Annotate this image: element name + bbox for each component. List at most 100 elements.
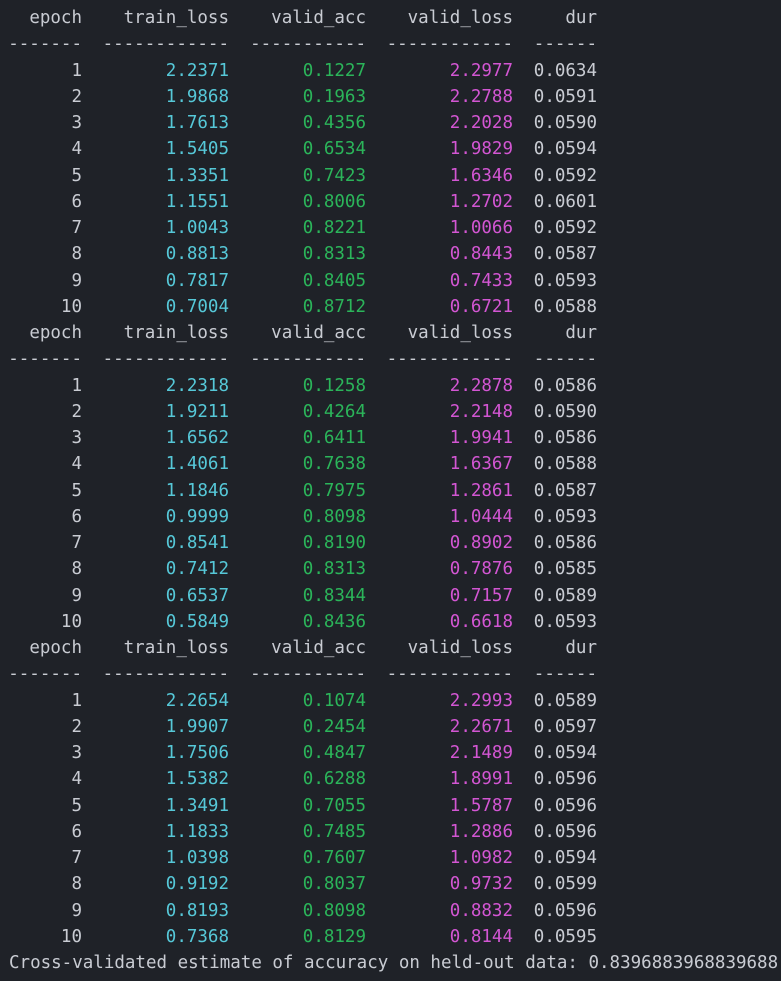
cell-epoch: 10 [60, 611, 82, 632]
cell-dur: 0.0596 [533, 900, 597, 921]
table-row: 6 1.1551 0.8006 1.2702 0.0601 [0, 189, 781, 215]
table-row: 5 1.1846 0.7975 1.2861 0.0587 [0, 478, 781, 504]
cell-valid-loss: 1.5787 [449, 795, 513, 816]
cell-train-loss: 1.0398 [165, 848, 229, 868]
cell-valid-acc: 0.7485 [302, 821, 366, 842]
table-separator-row: ------- ------------ ----------- ----------… [0, 661, 781, 687]
cell-dur: 0.0586 [533, 375, 597, 396]
table-row: 2 1.9907 0.2454 2.2671 0.0597 [0, 714, 781, 740]
cell-valid-loss: 1.9941 [449, 428, 513, 448]
cell-train-loss: 0.7368 [165, 926, 229, 947]
cell-valid-loss: 2.2788 [449, 86, 513, 107]
cell-valid-loss: 0.9732 [449, 874, 513, 895]
cell-train-loss: 1.9211 [165, 401, 229, 422]
cell-valid-acc: 0.6534 [302, 139, 366, 160]
cell-valid-acc: 0.7055 [302, 795, 366, 816]
cell-dur: 0.0596 [533, 821, 597, 842]
column-separator: ------------ [102, 34, 229, 55]
cell-valid-loss: 2.2977 [449, 60, 513, 81]
cell-valid-loss: 0.8832 [449, 900, 513, 921]
cell-valid-loss: 2.2878 [449, 375, 513, 396]
cell-train-loss: 1.1551 [165, 191, 229, 212]
column-header-train-loss: train_loss [123, 323, 229, 343]
cell-epoch: 7 [71, 533, 82, 553]
column-header-dur: dur [565, 323, 597, 343]
cell-epoch: 9 [71, 900, 82, 921]
column-header-epoch: epoch [29, 638, 82, 658]
cell-train-loss: 0.8193 [165, 900, 229, 921]
column-separator: ------- [8, 34, 82, 55]
cell-valid-loss: 1.2886 [449, 821, 513, 842]
table-separator-row: ------- ------------ ----------- ----------… [0, 346, 781, 372]
table-row: 4 1.5382 0.6288 1.8991 0.0596 [0, 766, 781, 792]
cell-dur: 0.0634 [533, 60, 597, 81]
cell-valid-acc: 0.8098 [302, 506, 366, 527]
cell-dur: 0.0593 [533, 506, 597, 527]
cell-train-loss: 0.6537 [165, 585, 229, 606]
cell-valid-loss: 0.7433 [449, 270, 513, 291]
cell-epoch: 1 [71, 60, 82, 81]
cell-valid-acc: 0.4356 [302, 113, 366, 133]
cell-train-loss: 0.7004 [165, 296, 229, 317]
cell-train-loss: 1.3491 [165, 795, 229, 816]
table-row: 2 1.9868 0.1963 2.2788 0.0591 [0, 84, 781, 110]
cell-dur: 0.0595 [533, 926, 597, 947]
cell-valid-loss: 0.6721 [449, 296, 513, 317]
cell-epoch: 8 [71, 244, 82, 265]
cell-epoch: 1 [71, 690, 82, 711]
column-header-train-loss: train_loss [123, 638, 229, 658]
cell-epoch: 7 [71, 218, 82, 238]
cell-epoch: 3 [71, 743, 82, 763]
cell-train-loss: 0.9999 [165, 506, 229, 527]
cell-valid-acc: 0.1074 [302, 690, 366, 711]
table-row: 3 1.7613 0.4356 2.2028 0.0590 [0, 110, 781, 136]
cell-valid-acc: 0.1963 [302, 86, 366, 107]
cell-valid-acc: 0.8313 [302, 559, 366, 580]
column-separator: ----------- [250, 664, 366, 685]
cell-dur: 0.0596 [533, 769, 597, 790]
cell-dur: 0.0591 [533, 86, 597, 107]
column-separator: ------------ [386, 34, 513, 55]
cell-valid-loss: 1.0982 [449, 848, 513, 868]
cell-valid-loss: 0.7876 [449, 559, 513, 580]
cell-train-loss: 1.4061 [165, 454, 229, 475]
table-row: 7 0.8541 0.8190 0.8902 0.0586 [0, 530, 781, 556]
column-header-dur: dur [565, 8, 597, 28]
cell-dur: 0.0593 [533, 611, 597, 632]
cell-train-loss: 1.1846 [165, 480, 229, 501]
cell-dur: 0.0588 [533, 296, 597, 317]
table-header-row: epoch train_loss valid_acc valid_loss dur [0, 5, 781, 31]
column-separator: ------ [533, 349, 597, 370]
column-header-epoch: epoch [29, 8, 82, 28]
cell-train-loss: 1.7613 [165, 113, 229, 133]
cell-train-loss: 0.8813 [165, 244, 229, 265]
column-header-valid-loss: valid_loss [407, 8, 513, 28]
cell-dur: 0.0592 [533, 165, 597, 186]
cell-valid-loss: 2.2671 [449, 716, 513, 737]
cell-epoch: 6 [71, 821, 82, 842]
cell-valid-acc: 0.2454 [302, 716, 366, 737]
cell-epoch: 8 [71, 874, 82, 895]
cell-train-loss: 0.9192 [165, 874, 229, 895]
column-separator: ------------ [102, 349, 229, 370]
cell-valid-acc: 0.8190 [302, 533, 366, 553]
cell-epoch: 3 [71, 428, 82, 448]
cell-epoch: 8 [71, 559, 82, 580]
cell-train-loss: 1.6562 [165, 428, 229, 448]
column-header-valid-acc: valid_acc [271, 323, 366, 343]
cell-dur: 0.0590 [533, 113, 597, 133]
table-row: 5 1.3491 0.7055 1.5787 0.0596 [0, 793, 781, 819]
column-separator: ------ [533, 664, 597, 685]
cell-train-loss: 2.2654 [165, 690, 229, 711]
cell-epoch: 3 [71, 113, 82, 133]
cell-train-loss: 1.3351 [165, 165, 229, 186]
table-row: 2 1.9211 0.4264 2.2148 0.0590 [0, 399, 781, 425]
table-row: 9 0.7817 0.8405 0.7433 0.0593 [0, 268, 781, 294]
table-row: 3 1.7506 0.4847 2.1489 0.0594 [0, 740, 781, 766]
table-row: 4 1.5405 0.6534 1.9829 0.0594 [0, 136, 781, 162]
cell-train-loss: 1.5405 [165, 139, 229, 160]
table-row: 7 1.0398 0.7607 1.0982 0.0594 [0, 845, 781, 871]
table-row: 5 1.3351 0.7423 1.6346 0.0592 [0, 163, 781, 189]
cell-valid-acc: 0.6288 [302, 769, 366, 790]
cell-valid-loss: 0.6618 [449, 611, 513, 632]
